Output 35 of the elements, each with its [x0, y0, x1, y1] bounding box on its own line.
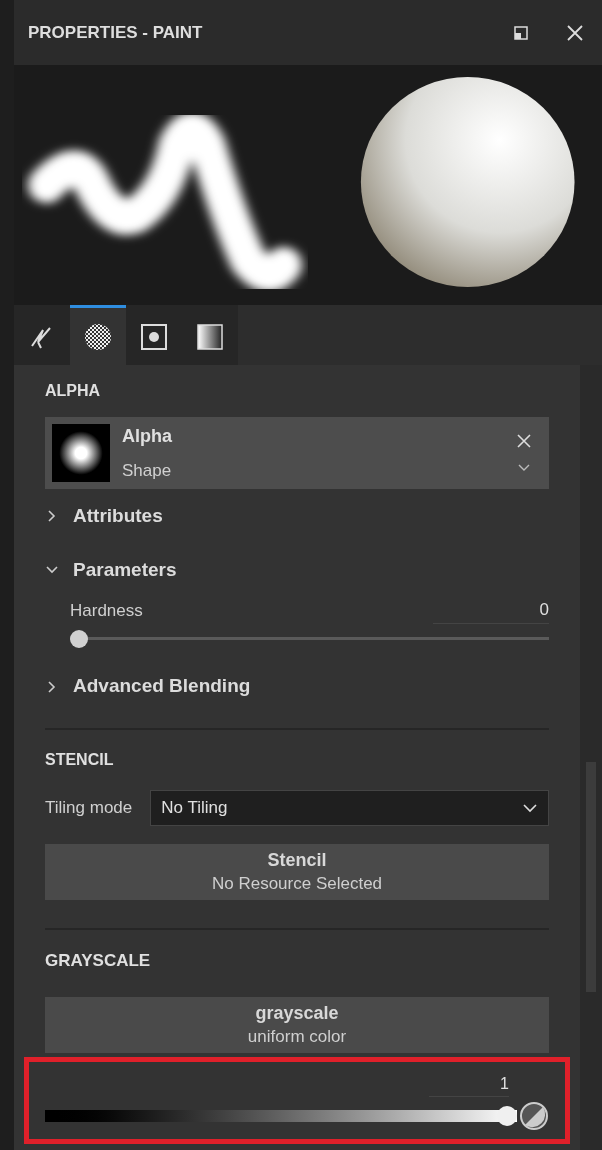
restore-icon[interactable] [514, 25, 528, 40]
resource-title: grayscale [255, 1002, 339, 1025]
color-picker-icon[interactable] [519, 1101, 549, 1131]
resource-card[interactable]: Stencil No Resource Selected [45, 843, 549, 900]
checker-circle-icon [84, 322, 112, 351]
close-icon[interactable] [566, 23, 584, 42]
slider-track[interactable] [70, 629, 549, 648]
window-title: PROPERTIES - PAINT [28, 21, 204, 44]
value-field[interactable]: 1 [429, 1072, 509, 1097]
tab[interactable] [70, 305, 126, 365]
slider-thumb[interactable] [70, 629, 88, 648]
gradient-slider-track[interactable] [45, 1105, 517, 1127]
group-header[interactable]: Attributes [45, 489, 549, 543]
section-heading: GRAYSCALE [45, 949, 152, 972]
group-header[interactable]: Parameters [45, 543, 549, 597]
value-field[interactable]: 0 [433, 597, 549, 624]
alpha-thumbnail [52, 424, 110, 482]
slider-thumb[interactable] [497, 1106, 517, 1126]
resource-title: Stencil [267, 848, 327, 872]
tiling-dropdown[interactable]: No Tiling [150, 789, 549, 826]
close-icon[interactable] [516, 433, 532, 449]
resource-subtitle: No Resource Selected [211, 872, 383, 895]
resource-subtitle: uniform color [247, 1026, 347, 1048]
gradient-square-icon [196, 322, 224, 351]
resource-type: Shape [122, 459, 173, 482]
section-heading: ALPHA [45, 381, 102, 401]
resource-name: Alpha [122, 424, 173, 448]
chevron-down-icon [522, 802, 538, 813]
group-header[interactable]: Advanced Blending [45, 659, 549, 714]
field-label: Tiling mode [45, 796, 133, 819]
chevron-down-icon[interactable] [517, 463, 531, 473]
resource-card[interactable]: grayscale uniform color [45, 997, 549, 1053]
resource-card[interactable]: Alpha Shape [45, 417, 549, 489]
parameter-label: Hardness [70, 600, 144, 622]
section-heading: STENCIL [45, 749, 115, 770]
